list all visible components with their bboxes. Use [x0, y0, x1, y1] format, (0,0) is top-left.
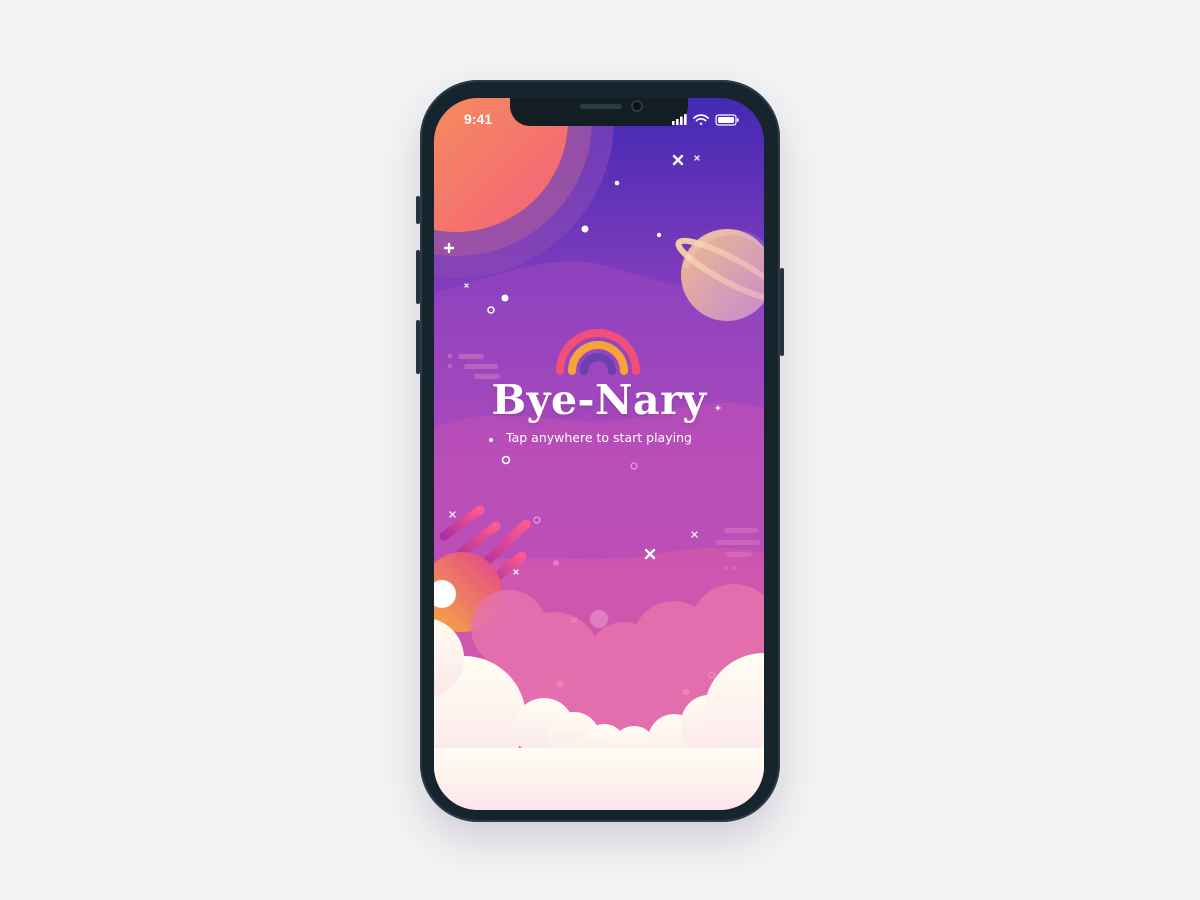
- wifi-icon: [693, 114, 709, 125]
- front-camera: [631, 100, 643, 112]
- volume-up-button: [416, 250, 420, 304]
- battery-icon: [715, 114, 739, 126]
- power-button: [780, 268, 784, 356]
- app-title: Bye-Nary: [491, 376, 707, 424]
- page: 9:41 Bye-Nary Tap anywhere to start play…: [0, 0, 1200, 900]
- earpiece-speaker: [580, 104, 622, 109]
- space-background: [434, 98, 764, 810]
- status-icons: [672, 114, 739, 126]
- rainbow-icon: [556, 329, 640, 375]
- phone-frame: 9:41 Bye-Nary Tap anywhere to start play…: [416, 80, 784, 822]
- silent-switch: [416, 196, 420, 224]
- splash-screen[interactable]: 9:41 Bye-Nary Tap anywhere to start play…: [434, 98, 764, 810]
- notch: [510, 98, 688, 126]
- start-prompt: Tap anywhere to start playing: [506, 430, 692, 445]
- status-time: 9:41: [464, 111, 493, 127]
- volume-down-button: [416, 320, 420, 374]
- signal-icon: [672, 114, 687, 125]
